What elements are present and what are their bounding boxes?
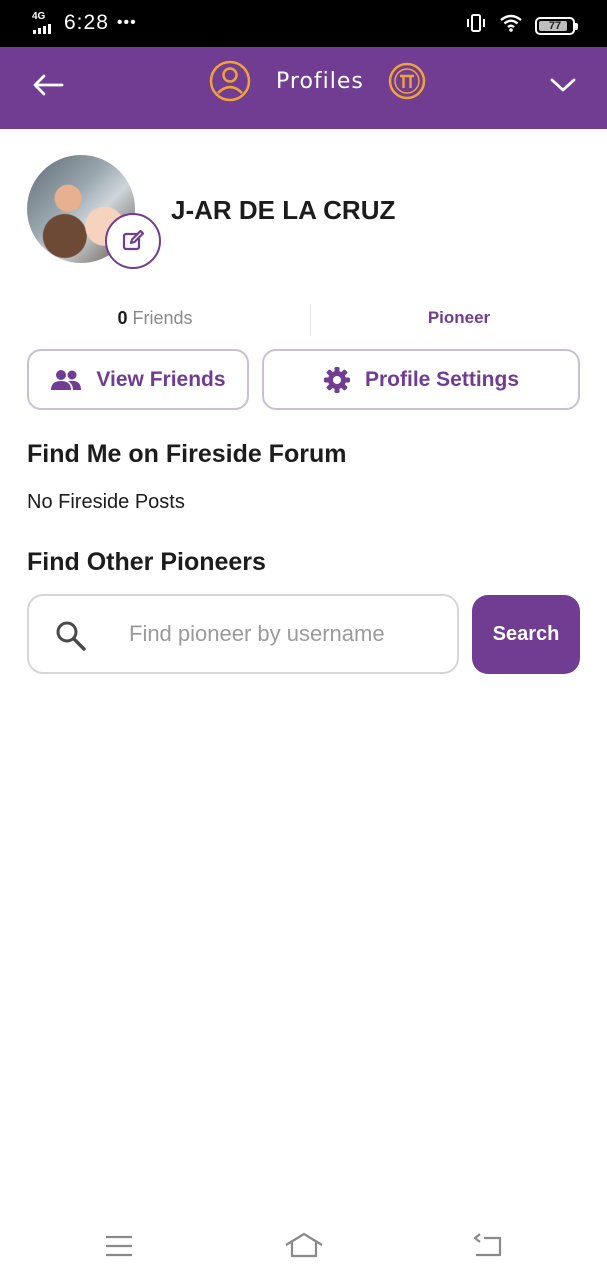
notification-dots: ••• [116,14,137,31]
profile-stats: 0 Friends Pioneer [0,304,607,336]
network-type: 4G [32,11,46,22]
status-right: 77 [465,12,578,39]
status-left: 4G 6:28 ••• [32,10,137,36]
profile-icon [209,60,251,102]
view-friends-label: View Friends [96,367,226,391]
view-friends-button[interactable]: View Friends [27,349,249,410]
search-field[interactable] [27,594,459,674]
nav-back-button[interactable] [463,1226,513,1266]
fireside-empty-text: No Fireside Posts [27,491,185,513]
search-button[interactable]: Search [472,595,580,674]
back-button[interactable] [28,65,68,105]
profile-settings-label: Profile Settings [364,367,520,391]
friends-label: Friends [132,308,193,328]
page-title: Profiles [276,68,364,94]
back-arrow-icon [33,74,64,96]
home-icon [285,1232,323,1258]
chevron-down-icon [550,78,576,92]
dropdown-button[interactable] [543,65,583,105]
back-icon [473,1233,502,1257]
edit-avatar-button[interactable] [105,213,161,269]
friends-icon [51,369,82,390]
search-icon [56,621,86,651]
pi-coin-icon [388,62,426,100]
app-title-group: Profiles [208,59,426,103]
clock: 6:28 [64,11,109,34]
app-bar: Profiles [0,47,607,129]
friends-count: 0 [117,308,128,328]
signal-icon: 4G [32,10,52,36]
find-pioneers-title: Find Other Pioneers [27,548,266,576]
profile-name: J-AR DE LA CRUZ [171,195,396,225]
search-input[interactable] [129,612,447,656]
fireside-section-title: Find Me on Fireside Forum [27,440,347,468]
system-nav-bar [0,1212,607,1280]
battery-icon: 77 [535,16,578,35]
vibrate-icon [465,12,487,39]
role-badge: Pioneer [427,308,491,327]
menu-icon [106,1235,132,1257]
gear-icon [323,366,350,393]
wifi-icon [499,13,523,38]
battery-level: 77 [548,19,562,32]
friends-count-stat[interactable]: 0 Friends [0,308,310,329]
nav-menu-button[interactable] [94,1226,144,1266]
profile-settings-button[interactable]: Profile Settings [262,349,580,410]
nav-home-button[interactable] [279,1226,329,1266]
status-bar: 4G 6:28 ••• 77 [0,0,607,47]
edit-icon [122,229,145,251]
